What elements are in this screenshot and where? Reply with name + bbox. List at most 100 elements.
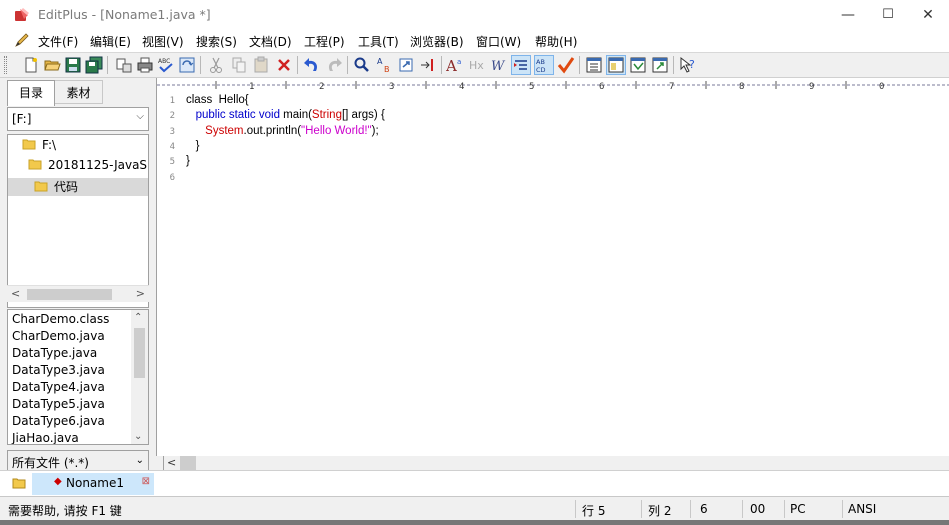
menu-item-1[interactable]: 编辑(E) [90,33,131,50]
folder-icon [34,181,48,192]
chevron-left-icon[interactable]: < [11,287,20,300]
paste-icon[interactable] [252,56,270,74]
folder-icon[interactable] [12,476,26,490]
list-item[interactable]: DataType6.java [12,414,105,428]
delete-icon[interactable] [275,56,293,74]
print-icon[interactable] [136,56,154,74]
font-icon[interactable]: Aa [446,56,464,74]
folder-tree-hscrollbar[interactable]: < > [7,285,149,302]
tree-node-label: 20181125-JavaSE [48,158,149,172]
file-list-scrollbar[interactable]: ⌃ ⌄ [131,310,148,444]
context-help-icon[interactable]: ? [679,56,697,74]
menu-item-7[interactable]: 浏览器(B) [410,33,464,50]
chevron-right-icon[interactable]: > [136,287,145,300]
check-icon[interactable] [557,56,575,74]
preview-icon[interactable] [178,56,196,74]
toolbar-separator [200,56,201,74]
menu-item-6[interactable]: 工具(T) [358,33,399,50]
list-item[interactable]: CharDemo.java [12,329,105,343]
list-item[interactable]: DataType5.java [12,397,105,411]
list-item[interactable]: JiaHao.java [12,431,79,444]
find-icon[interactable] [353,56,371,74]
code-line[interactable]: class Hello{ [186,94,249,106]
new-file-icon[interactable] [22,56,40,74]
open-folder-icon[interactable] [43,56,61,74]
ruler-digit: 3 [389,82,394,92]
save-icon[interactable] [64,56,82,74]
cut-icon[interactable] [207,56,225,74]
status-help-text: 需要帮助, 请按 F1 键 [8,504,122,518]
line-number-icon[interactable]: ABCD [534,55,554,75]
status-divider [690,500,691,518]
tree-node[interactable]: 代码 [8,178,148,196]
list-item[interactable]: DataType4.java [12,380,105,394]
title-bar: EditPlus - [Noname1.java *] — ☐ ✕ [0,0,949,30]
directory-window-icon[interactable] [585,56,603,74]
heading-icon[interactable]: Hx [468,56,486,74]
cliptext-icon[interactable] [629,56,647,74]
code-line[interactable]: } [186,155,190,167]
chevron-down-icon[interactable]: ⌄ [136,455,144,466]
redo-icon[interactable] [325,56,343,74]
close-tab-icon[interactable]: ⊠ [142,476,150,487]
code-token: public static void [195,109,280,122]
undo-icon[interactable] [303,56,321,74]
list-item[interactable]: DataType3.java [12,363,105,377]
splitter[interactable] [156,456,164,470]
tab-cliptext[interactable]: 素材 [55,80,103,104]
toolbar-separator [347,56,348,74]
goto-icon[interactable] [397,56,415,74]
tree-node[interactable]: F:\ [22,138,56,156]
next-match-icon[interactable] [419,56,437,74]
output-window-icon[interactable] [606,55,626,75]
fullscreen-icon[interactable] [651,56,669,74]
editor-hscrollbar[interactable]: < [156,456,949,470]
code-token: ); [371,124,379,137]
menu-item-4[interactable]: 文档(D) [249,33,292,50]
word-wrap-icon[interactable]: W [490,56,508,74]
list-item[interactable]: DataType.java [12,346,97,360]
scroll-thumb[interactable] [27,289,112,300]
file-filter-select[interactable]: 所有文件 (*.*) ⌄ [7,450,149,472]
drive-value: [F:] [12,112,32,126]
minimize-button[interactable]: — [828,0,868,30]
document-tab-noname1[interactable]: ◆ Noname1 ⊠ [32,473,154,495]
drive-select[interactable]: [F:] ⌵ [7,107,149,131]
chevron-left-icon[interactable]: < [167,456,176,469]
save-all-icon[interactable] [85,56,103,74]
code-editor[interactable]: 1 2 3 4 5 6 7 8 9 0 1 2 3 4 5 6 class Hello{ public st… [156,78,949,456]
line-number: 4 [169,141,175,152]
menu-item-2[interactable]: 视图(V) [142,33,184,50]
tab-directory[interactable]: 目录 [7,80,55,106]
copy-icon[interactable] [230,56,248,74]
svg-text:A: A [377,57,383,66]
scroll-thumb[interactable] [134,328,145,378]
code-line[interactable]: } [186,140,200,152]
menu-item-5[interactable]: 工程(P) [304,33,345,50]
scroll-thumb[interactable] [180,456,196,470]
chevron-up-icon[interactable]: ⌃ [134,312,142,323]
chevron-down-icon[interactable]: ⌄ [134,431,142,442]
menu-item-0[interactable]: 文件(F) [38,33,78,50]
directory-panel: 目录 素材 [F:] ⌵ F:\ 20181125-JavaSE 代码 < > ⌃ … [0,78,154,472]
ftp-icon[interactable] [115,56,133,74]
menu-item-9[interactable]: 帮助(H) [535,33,577,50]
close-button[interactable]: ✕ [908,0,948,30]
indent-guide-icon[interactable] [511,55,531,75]
menu-item-8[interactable]: 窗口(W) [476,33,521,50]
list-item[interactable]: CharDemo.class [12,312,109,326]
toolbar-grip[interactable] [4,56,7,74]
menu-item-3[interactable]: 搜索(S) [196,33,237,50]
replace-icon[interactable]: AB [375,56,393,74]
chevron-down-icon[interactable]: ⌵ [136,111,144,122]
code-line[interactable]: System.out.println("Hello World!"); [186,125,379,137]
document-tab-label: Noname1 [66,476,124,490]
svg-text:AB: AB [536,58,545,66]
status-line-ending: PC [790,502,806,516]
spell-check-icon[interactable]: ABC [157,56,175,74]
line-number: 6 [169,172,175,183]
code-line[interactable]: public static void main(String[] args) { [186,109,385,121]
maximize-button[interactable]: ☐ [868,0,908,30]
tree-node[interactable]: 20181125-JavaSE [28,158,149,176]
line-number: 2 [169,111,175,122]
